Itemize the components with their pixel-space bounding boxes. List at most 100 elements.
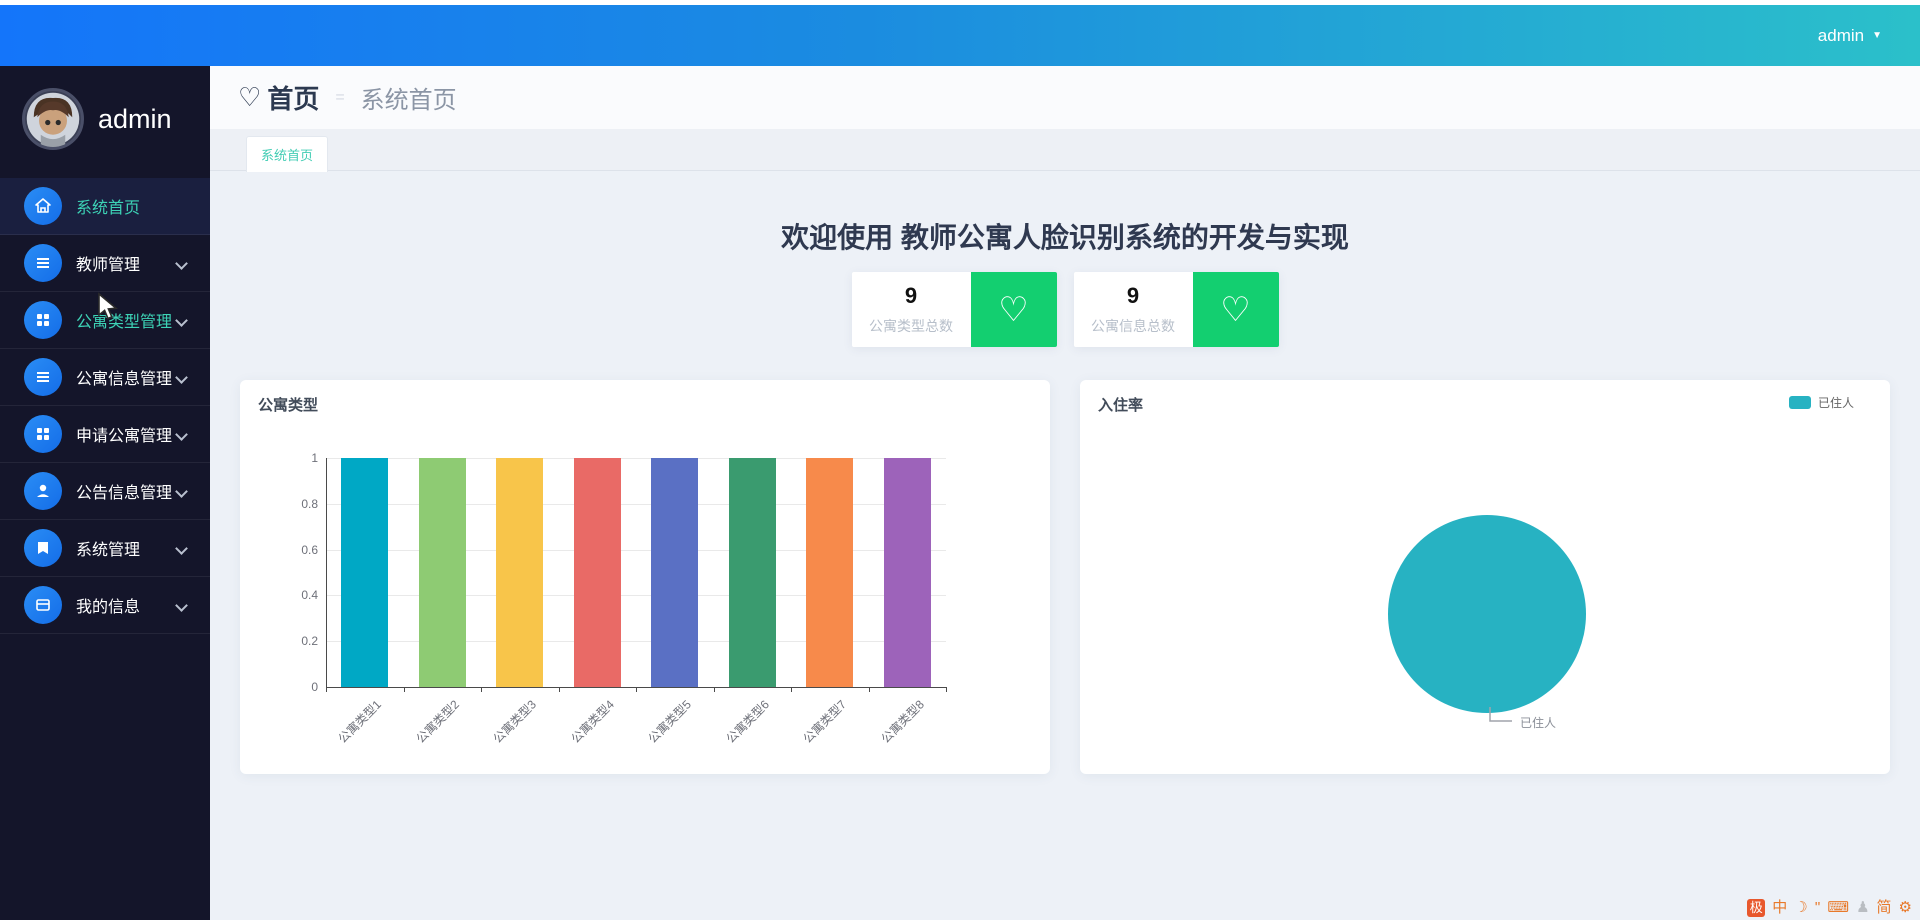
stat-text: 9公寓信息总数: [1074, 272, 1193, 347]
sidebar-item-5[interactable]: 申请公寓管理: [0, 406, 210, 463]
sidebar-item-7[interactable]: 系统管理: [0, 520, 210, 577]
pie-legend[interactable]: 已住人: [1789, 394, 1854, 411]
x-axis-tick: [326, 687, 327, 692]
card-icon: [24, 586, 62, 624]
profile-username: admin: [98, 104, 172, 135]
bar-chart-plot: 00.20.40.60.81公寓类型1公寓类型2公寓类型3公寓类型4公寓类型5公…: [240, 380, 1050, 774]
x-axis-category-label: 公寓类型5: [644, 696, 695, 747]
ime-punctuation-icon[interactable]: '': [1815, 899, 1821, 917]
pie-chart-title: 入住率: [1098, 394, 1143, 415]
heart-outline-icon: ♡: [998, 290, 1028, 330]
bar-公寓类型6: [729, 458, 776, 687]
pie-chart-card: 入住率 已住人 已住人: [1080, 380, 1890, 774]
stat-value: 9: [1127, 283, 1139, 309]
x-axis-category-label: 公寓类型1: [334, 696, 385, 747]
sidebar-menu: 系统首页教师管理公寓类型管理公寓信息管理申请公寓管理公告信息管理系统管理我的信息: [0, 178, 210, 634]
x-axis-tick: [714, 687, 715, 692]
x-axis-category-label: 公寓类型8: [877, 696, 928, 747]
chevron-down-icon: [175, 371, 188, 384]
ime-simplified-icon[interactable]: 简: [1877, 899, 1892, 917]
list-icon: [24, 244, 62, 282]
user-menu[interactable]: admin ▼: [1818, 26, 1882, 46]
ime-keyboard-icon[interactable]: ⌨: [1827, 899, 1849, 917]
bar-公寓类型2: [419, 458, 466, 687]
pie-slice: [1388, 515, 1586, 713]
stat-label: 公寓类型总数: [869, 316, 953, 336]
pie-label-line: [1482, 706, 1522, 728]
stat-value: 9: [905, 283, 917, 309]
x-axis-category-label: 公寓类型2: [412, 696, 463, 747]
sidebar-item-label: 我的信息: [76, 593, 177, 617]
sidebar-item-4[interactable]: 公寓信息管理: [0, 349, 210, 406]
chevron-down-icon: [175, 599, 188, 612]
sidebar-item-3[interactable]: 公寓类型管理: [0, 292, 210, 349]
x-axis-category-label: 公寓类型3: [489, 696, 540, 747]
chevron-down-icon: [175, 314, 188, 327]
stat-card-1: 9 公寓类型总数 ♡: [852, 272, 1057, 347]
ime-logo-icon[interactable]: 极: [1747, 899, 1765, 917]
chevron-down-icon: ▼: [1872, 30, 1882, 41]
sidebar-item-1[interactable]: 系统首页: [0, 178, 210, 235]
y-axis-tick-label: 0.8: [301, 497, 326, 511]
y-axis-tick-label: 0: [311, 680, 326, 694]
home-icon: [24, 187, 62, 225]
book-icon: [24, 529, 62, 567]
x-axis-category-label: 公寓类型6: [722, 696, 773, 747]
chevron-down-icon: [175, 542, 188, 555]
chevron-down-icon: [175, 485, 188, 498]
stat-card-2: 9公寓信息总数 ♡: [1074, 272, 1279, 347]
ime-moon-icon[interactable]: ☽: [1794, 899, 1807, 917]
sidebar: admin 系统首页教师管理公寓类型管理公寓信息管理申请公寓管理公告信息管理系统…: [0, 66, 210, 920]
chevron-down-icon: [175, 428, 188, 441]
bar-公寓类型3: [496, 458, 543, 687]
sidebar-item-label: 教师管理: [76, 251, 177, 275]
x-axis-tick: [946, 687, 947, 692]
sidebar-item-2[interactable]: 教师管理: [0, 235, 210, 292]
user-menu-label: admin: [1818, 26, 1864, 46]
stat-text: 9 公寓类型总数: [852, 272, 971, 347]
sidebar-item-label: 系统管理: [76, 536, 177, 560]
x-axis-tick: [559, 687, 560, 692]
sidebar-item-label: 系统首页: [76, 194, 210, 218]
bar-chart-card: 公寓类型 00.20.40.60.81公寓类型1公寓类型2公寓类型3公寓类型4公…: [240, 380, 1050, 774]
breadcrumb-separator: =: [335, 89, 344, 107]
chevron-down-icon: [175, 257, 188, 270]
topbar: admin ▼: [0, 0, 1920, 66]
breadcrumb-current: 系统首页: [361, 80, 457, 115]
ime-settings-icon[interactable]: ⚙: [1899, 899, 1912, 917]
ime-person-icon[interactable]: ♟: [1856, 899, 1869, 917]
bar-公寓类型8: [884, 458, 931, 687]
y-axis-tick-label: 0.2: [301, 634, 326, 648]
tab-system-home[interactable]: 系统首页: [246, 136, 328, 172]
welcome-title: 欢迎使用 教师公寓人脸识别系统的开发与实现: [210, 216, 1920, 256]
x-axis-tick: [404, 687, 405, 692]
page-header: ♡ 首页 = 系统首页: [210, 66, 1920, 129]
heart-button[interactable]: ♡: [1193, 272, 1279, 347]
x-axis-tick: [869, 687, 870, 692]
x-axis-tick: [481, 687, 482, 692]
grid-icon: [24, 415, 62, 453]
heart-button[interactable]: ♡: [971, 272, 1057, 347]
sidebar-item-8[interactable]: 我的信息: [0, 577, 210, 634]
list-icon: [24, 358, 62, 396]
x-axis-category-label: 公寓类型4: [567, 696, 618, 747]
heart-outline-icon: ♡: [238, 82, 261, 113]
ime-chinese-icon[interactable]: 中: [1772, 899, 1787, 917]
sidebar-item-label: 公告信息管理: [76, 479, 177, 503]
x-axis-category-label: 公寓类型7: [799, 696, 850, 747]
sidebar-item-label: 公寓类型管理: [76, 308, 177, 332]
tab-bar: 系统首页: [210, 129, 1920, 171]
legend-swatch: [1789, 396, 1811, 409]
y-axis-tick-label: 0.4: [301, 588, 326, 602]
avatar: [22, 88, 84, 150]
heart-outline-icon: ♡: [1220, 290, 1250, 330]
x-axis-tick: [791, 687, 792, 692]
legend-label: 已住人: [1818, 394, 1854, 411]
stats-row: 9 公寓类型总数 ♡ 9公寓信息总数 ♡: [210, 272, 1920, 347]
sidebar-item-label: 公寓信息管理: [76, 365, 177, 389]
y-axis-line: [326, 458, 327, 687]
y-axis-tick-label: 1: [311, 451, 326, 465]
sidebar-item-6[interactable]: 公告信息管理: [0, 463, 210, 520]
profile: admin: [0, 66, 210, 170]
ime-toolbar: 极中 ☽ '' ⌨ ♟ 简 ⚙: [1747, 898, 1912, 918]
